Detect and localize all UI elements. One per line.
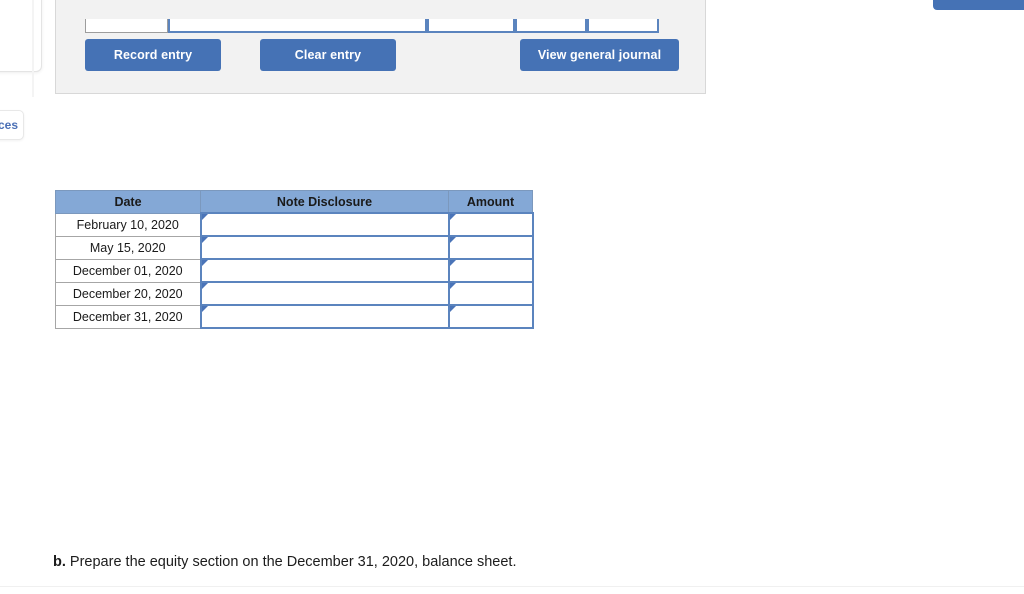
bottom-divider (0, 586, 1024, 587)
cell-date: December 20, 2020 (55, 281, 201, 306)
references-button-label: ces (0, 118, 18, 132)
references-button-fragment[interactable]: ces (0, 110, 24, 140)
column-header-note-disclosure: Note Disclosure (200, 190, 449, 214)
note-disclosure-input-cell[interactable] (199, 258, 450, 283)
note-disclosure-input[interactable] (201, 283, 448, 304)
note-disclosure-input-cell[interactable] (199, 212, 450, 237)
note-disclosure-table: Date Note Disclosure Amount February 10,… (55, 190, 534, 329)
vertical-scrollbar-track[interactable] (32, 0, 34, 97)
clear-entry-button[interactable]: Clear entry (260, 39, 396, 71)
amount-input[interactable] (449, 306, 532, 327)
cell-date: February 10, 2020 (55, 212, 201, 237)
cell-date: December 31, 2020 (55, 304, 201, 329)
amount-input[interactable] (449, 214, 532, 235)
note-disclosure-input[interactable] (201, 260, 448, 281)
amount-input-cell[interactable] (447, 235, 534, 260)
table-row: December 31, 2020 (55, 304, 534, 329)
left-overlay-panel-fragment (0, 0, 42, 72)
journal-partial-cell-credit[interactable] (587, 19, 659, 33)
amount-input[interactable] (449, 237, 532, 258)
note-disclosure-input[interactable] (201, 214, 448, 235)
journal-partial-cell-date (85, 19, 168, 33)
view-general-journal-button[interactable]: View general journal (520, 39, 679, 71)
amount-input-cell[interactable] (447, 258, 534, 283)
record-entry-button[interactable]: Record entry (85, 39, 221, 71)
note-disclosure-input[interactable] (201, 306, 448, 327)
question-prompt-b: b. Prepare the equity section on the Dec… (53, 554, 517, 570)
question-part-label: b. (53, 554, 66, 570)
table-row: December 20, 2020 (55, 281, 534, 306)
table-row: May 15, 2020 (55, 235, 534, 260)
top-right-action-button[interactable] (933, 0, 1024, 10)
amount-input[interactable] (449, 260, 532, 281)
journal-partial-cell-account[interactable] (168, 19, 427, 33)
journal-partial-cell-debit[interactable] (515, 19, 587, 33)
column-header-date: Date (55, 190, 201, 214)
cell-date: May 15, 2020 (55, 235, 201, 260)
amount-input-cell[interactable] (447, 281, 534, 306)
table-row: February 10, 2020 (55, 212, 534, 237)
journal-entry-partial-row (85, 19, 659, 33)
note-disclosure-input-cell[interactable] (199, 304, 450, 329)
journal-entry-form-panel: Record entry Clear entry View general jo… (55, 0, 706, 94)
amount-input-cell[interactable] (447, 304, 534, 329)
note-disclosure-input-cell[interactable] (199, 235, 450, 260)
journal-entry-action-bar: Record entry Clear entry View general jo… (85, 39, 680, 71)
table-row: December 01, 2020 (55, 258, 534, 283)
column-header-amount: Amount (448, 190, 533, 214)
cell-date: December 01, 2020 (55, 258, 201, 283)
amount-input-cell[interactable] (447, 212, 534, 237)
note-disclosure-input[interactable] (201, 237, 448, 258)
question-prompt-text: Prepare the equity section on the Decemb… (69, 554, 517, 570)
amount-input[interactable] (449, 283, 532, 304)
table-header-row: Date Note Disclosure Amount (55, 190, 533, 214)
journal-partial-cell-ref[interactable] (427, 19, 515, 33)
note-disclosure-input-cell[interactable] (199, 281, 450, 306)
